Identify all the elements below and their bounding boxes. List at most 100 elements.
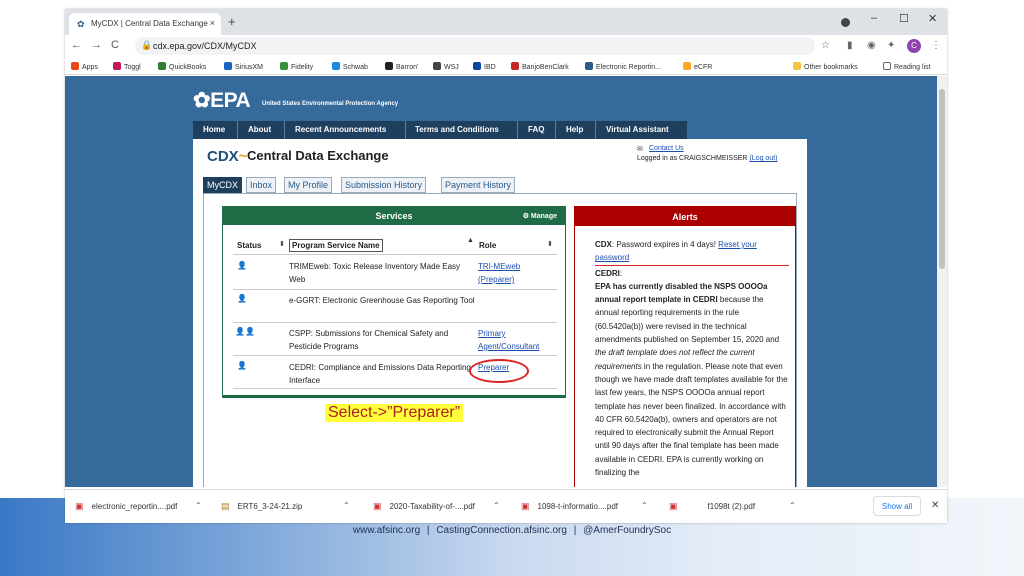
nav-faq[interactable]: FAQ [528, 125, 544, 134]
column-role[interactable]: Role [479, 241, 496, 250]
page-title: Central Data Exchange [247, 148, 389, 163]
user-status-icon: 👤 [237, 361, 247, 370]
tab-mycdx[interactable]: MyCDX [203, 177, 242, 193]
content-area: CDX~ Central Data Exchange ✉ Contact Us … [193, 139, 807, 487]
bookmark-electronic-reporting[interactable]: Electronic Reportin... [585, 62, 661, 71]
epa-subtitle: United States Environmental Protection A… [262, 101, 399, 107]
download-item[interactable]: ▣ f1098t (2).pdf [669, 501, 755, 512]
close-shelf-icon[interactable]: ✕ [931, 500, 939, 511]
download-item[interactable]: ▣ 2020-Taxability-of-....pdf [373, 501, 475, 512]
alerts-header: Alerts [575, 207, 795, 226]
column-program-service-name[interactable]: Program Service Name [289, 239, 383, 252]
nav-terms[interactable]: Terms and Conditions [415, 125, 499, 134]
close-window-button[interactable]: ✕ [928, 12, 937, 25]
pdf-file-icon: ▣ [75, 501, 84, 511]
services-panel: Services ⚙ Manage Status ⬍ Program Servi… [222, 206, 566, 398]
user-avatar[interactable]: C [907, 39, 921, 53]
profile-dot-icon[interactable] [841, 18, 850, 27]
nav-recent-announcements[interactable]: Recent Announcements [295, 125, 386, 134]
browser-tab-mycdx[interactable]: ✿ MyCDX | Central Data Exchange × [69, 13, 221, 35]
bookmark-ibd[interactable]: IBD [473, 62, 496, 71]
alerts-body: CDX: Password expires in 4 days! Reset y… [595, 240, 789, 478]
bookmark-barrons[interactable]: Barron' [385, 62, 418, 71]
extension-icon[interactable]: ▮ [847, 40, 853, 51]
bookmark-quickbooks[interactable]: QuickBooks [158, 62, 206, 71]
logout-link[interactable]: (Log out) [749, 155, 777, 162]
bookmark-fidelity[interactable]: Fidelity [280, 62, 313, 71]
bookmark-banjobenclark[interactable]: BanjoBenClark [511, 62, 569, 71]
extension-circle-icon[interactable]: ◉ [867, 40, 876, 51]
download-item[interactable]: ▤ ERT6_3-24-21.zip [221, 501, 302, 512]
tab-close-icon[interactable]: × [210, 18, 215, 28]
forward-button[interactable]: → [91, 39, 102, 51]
role-link[interactable]: TRI-MEweb (Preparer) [478, 260, 558, 286]
bookmark-wsj[interactable]: WSJ [433, 62, 459, 71]
program-service-name: CSPP: Submissions for Chemical Safety an… [289, 329, 449, 351]
users-status-icon: 👤👤 [235, 327, 255, 336]
chevron-up-icon[interactable]: ⌃ [789, 501, 796, 510]
nav-virtual-assistant[interactable]: Virtual Assistant [606, 125, 669, 134]
maximize-button[interactable]: ☐ [899, 12, 909, 25]
tab-my-profile[interactable]: My Profile [284, 177, 333, 193]
sort-icon[interactable]: ⬍ [547, 240, 553, 248]
reading-list[interactable]: Reading list [883, 62, 931, 71]
bookmark-ecfr[interactable]: eCFR [683, 62, 712, 71]
epa-logo[interactable]: ✿EPA [193, 88, 251, 113]
epa-favicon-icon: ✿ [77, 19, 85, 29]
mycdx-panel: Services ⚙ Manage Status ⬍ Program Servi… [203, 193, 797, 487]
download-item[interactable]: ▣ electronic_reportin....pdf [75, 501, 177, 512]
pdf-file-icon: ▣ [669, 501, 678, 511]
chevron-up-icon[interactable]: ⌃ [641, 501, 648, 510]
sort-icon[interactable]: ⬍ [279, 240, 285, 248]
chevron-up-icon[interactable]: ⌃ [343, 501, 350, 510]
alert-cedri-label: CEDRI [595, 268, 620, 278]
fidelity-icon [280, 62, 288, 70]
quickbooks-icon [158, 62, 166, 70]
puzzle-icon[interactable]: ✦ [887, 40, 895, 51]
nav-help[interactable]: Help [566, 125, 583, 134]
bookmark-toggl[interactable]: Toggl [113, 62, 141, 71]
bookmark-siriusxm[interactable]: SiriusXM [224, 62, 263, 71]
download-item[interactable]: ▣ 1098-t-informatio....pdf [521, 501, 618, 512]
other-bookmarks[interactable]: Other bookmarks [793, 62, 858, 71]
tab-payment-history[interactable]: Payment History [441, 177, 516, 193]
address-bar[interactable]: 🔒 cdx.epa.gov/CDX/MyCDX [135, 37, 815, 55]
select-preparer-callout: Select->”Preparer” [325, 404, 464, 422]
bookmark-schwab[interactable]: Schwab [332, 62, 368, 71]
program-service-name: CEDRI: Compliance and Emissions Data Rep… [289, 363, 471, 385]
pdf-file-icon: ▣ [521, 501, 530, 511]
role-link[interactable]: Primary Agent/Consultant [478, 327, 558, 353]
zip-file-icon: ▤ [221, 501, 230, 511]
user-status-icon: 👤 [237, 294, 247, 303]
siriusxm-icon [224, 62, 232, 70]
nav-about[interactable]: About [248, 125, 271, 134]
schwab-icon [332, 62, 340, 70]
star-icon[interactable]: ☆ [821, 40, 830, 51]
banjo-icon [511, 62, 519, 70]
chevron-up-icon[interactable]: ⌃ [195, 501, 202, 510]
bookmark-apps[interactable]: Apps [71, 62, 98, 71]
toggl-icon [113, 62, 121, 70]
chevron-up-icon[interactable]: ⌃ [493, 501, 500, 510]
reload-button[interactable]: C [111, 39, 119, 51]
login-status: Logged in as CRAIGSCHMEISSER (Log out) [637, 155, 778, 162]
highlight-circle [469, 359, 529, 383]
contact-us-link[interactable]: Contact Us [649, 145, 684, 152]
user-status-icon: 👤 [237, 261, 247, 270]
scrollbar-thumb[interactable] [939, 89, 945, 269]
column-status[interactable]: Status [237, 241, 261, 250]
new-tab-button[interactable]: + [228, 14, 236, 29]
main-navigation: Home About Recent Announcements Terms an… [193, 121, 687, 139]
back-button[interactable]: ← [71, 39, 82, 51]
manage-button[interactable]: ⚙ Manage [523, 212, 557, 220]
sort-asc-icon[interactable]: ▲ [467, 237, 474, 244]
nav-home[interactable]: Home [203, 125, 225, 134]
alerts-panel: Alerts CDX: Password expires in 4 days! … [574, 206, 796, 487]
envelope-icon: ✉ [637, 146, 643, 153]
tab-inbox[interactable]: Inbox [246, 177, 277, 193]
menu-dots-icon[interactable]: ⋮ [931, 40, 941, 51]
ibd-icon [473, 62, 481, 70]
minimize-button[interactable]: – [871, 12, 877, 24]
tab-submission-history[interactable]: Submission History [341, 177, 427, 193]
show-all-button[interactable]: Show all [873, 496, 921, 516]
